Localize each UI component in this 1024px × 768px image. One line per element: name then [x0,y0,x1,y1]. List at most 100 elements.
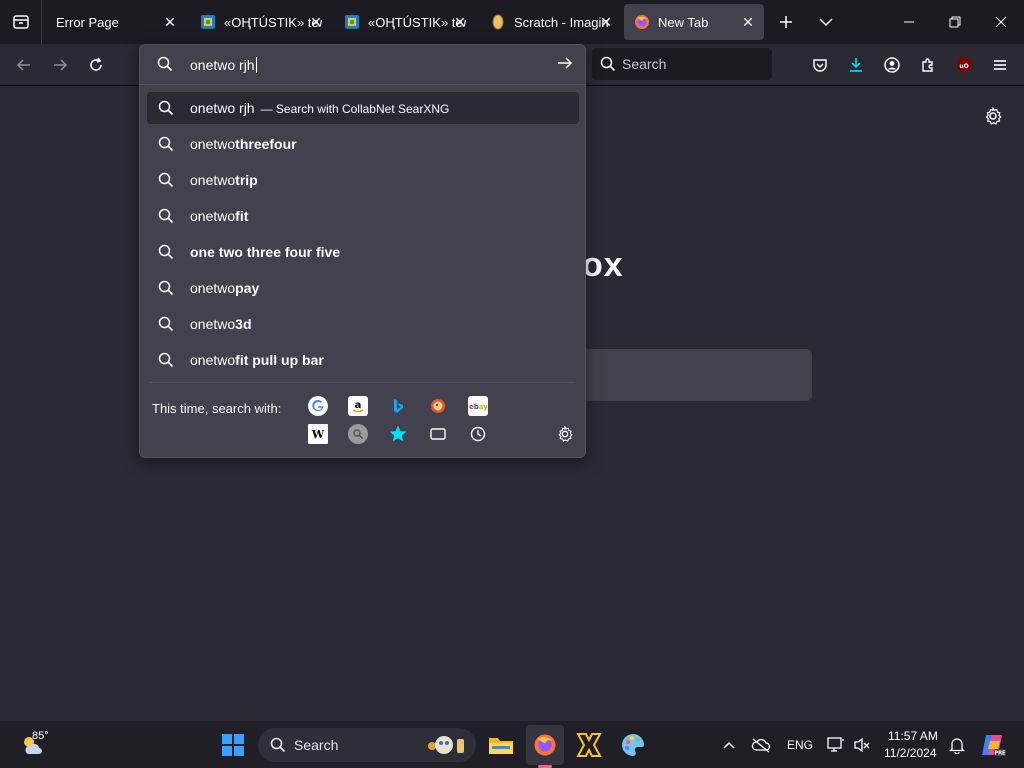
result-text: onetwo [190,316,236,332]
language-indicator[interactable]: ENG [787,738,813,752]
app-taskbar-button[interactable] [570,725,608,765]
result-row[interactable]: onetwothreefour [147,128,579,160]
tab-bar: Error Page ✕ «ОҢТÚSTIK» teл ✕ «ОҢТÚSTIK»… [0,0,1024,44]
app-menu-button[interactable] [984,49,1016,81]
tab-error-page[interactable]: Error Page ✕ [44,4,186,40]
tab-new-tab[interactable]: New Tab ✕ [624,4,764,40]
back-button[interactable] [8,49,40,81]
pocket-button[interactable] [804,49,836,81]
result-row[interactable]: onetwo3d [147,308,579,340]
tab-title: Error Page [56,14,119,30]
search-icon [158,100,174,119]
tab-ontustik-1[interactable]: «ОҢТÚSTIK» teл ✕ [190,4,332,40]
hamburger-menu-icon [994,60,1006,70]
chevron-down-icon [819,18,833,27]
tab-ontustik-2[interactable]: «ОҢТÚSTIK» teл ✕ [334,4,476,40]
tabs-icon[interactable] [428,424,448,444]
result-text: onetwo [190,172,236,188]
tab-scratch[interactable]: Scratch - Imagin ✕ [480,4,622,40]
oneoff-label: This time, search with: [152,401,282,416]
result-row[interactable]: onetwo rjh — Search with CollabNet SearXN… [147,92,579,124]
page-settings-button[interactable] [982,105,1004,127]
urlbar-input-row[interactable]: onetwo rjh [140,45,585,85]
result-text-bold: one two three four five [190,244,341,260]
page-search-box[interactable] [560,349,812,401]
toolbar-search-box[interactable]: Search [592,48,772,80]
close-icon[interactable]: ✕ [740,14,756,30]
bookmarks-icon[interactable] [388,424,408,444]
firefox-view-button[interactable] [0,0,42,44]
firefox-taskbar-button[interactable] [526,725,564,765]
bing-icon[interactable] [388,396,408,416]
firefox-icon [534,734,556,756]
urlbar-input[interactable]: onetwo rjh [190,57,257,73]
svg-text:a: a [355,400,362,411]
history-icon[interactable] [468,424,488,444]
close-icon[interactable]: ✕ [598,14,614,30]
result-action: — Search with CollabNet SearXNG [260,102,450,116]
firefox-wordmark: ox [582,246,624,284]
forward-button[interactable] [44,49,76,81]
duckduckgo-icon[interactable] [428,396,448,416]
minimize-button[interactable] [892,6,926,38]
windows-taskbar: 85° Search ENG 11:57 AM 11/2/2024 PRE [0,720,1024,768]
search-settings-button[interactable] [555,424,575,444]
new-tab-button[interactable] [770,6,802,38]
result-row[interactable]: onetwofit pull up bar [147,344,579,376]
reload-button[interactable] [80,49,112,81]
ebay-icon[interactable]: ebay [468,396,488,416]
taskbar-search[interactable]: Search [258,728,476,762]
close-icon[interactable]: ✕ [308,14,324,30]
ublock-button[interactable]: uO [948,49,980,81]
downloads-button[interactable] [840,49,872,81]
close-icon [995,16,1007,28]
notifications-button[interactable] [946,725,968,765]
reload-icon [90,57,102,71]
result-row[interactable]: onetwotrip [147,164,579,196]
search-placeholder: Search [622,56,667,72]
divider [150,382,575,383]
start-button[interactable] [216,725,250,765]
arrow-right-icon [558,57,573,69]
result-text: onetwo [190,352,236,368]
result-text: onetwo [190,280,236,296]
restore-button[interactable] [938,6,972,38]
search-icon [158,316,174,335]
google-icon[interactable] [308,396,328,416]
copilot-button[interactable]: PRE [976,725,1010,765]
close-icon[interactable]: ✕ [452,14,468,30]
show-hidden-icons-button[interactable] [716,725,742,765]
search-icon [157,56,173,77]
yellow-app-icon [576,733,602,757]
result-text-bold: 3d [235,316,252,332]
account-button[interactable] [876,49,908,81]
result-row[interactable]: onetwofit [147,200,579,232]
urlbar-dropdown: onetwo rjh onetwo rjh — Search with Colla… [139,44,586,458]
paint-palette-icon [622,734,644,756]
result-text-bold: pay [235,280,260,296]
display-button[interactable] [824,725,848,765]
wikipedia-icon[interactable]: W [308,424,328,444]
list-all-tabs-button[interactable] [810,6,842,38]
close-window-button[interactable] [984,6,1018,38]
site-icon [344,14,360,30]
result-text-bold: threefour [235,136,297,152]
paint-taskbar-button[interactable] [614,725,652,765]
searx-icon[interactable] [348,424,368,444]
close-icon[interactable]: ✕ [162,14,178,30]
volume-button[interactable] [850,725,874,765]
file-explorer-button[interactable] [482,725,520,765]
clock-date[interactable]: 11/2/2024 [884,746,937,760]
result-row[interactable]: onetwopay [147,272,579,304]
plus-icon [780,16,792,28]
copilot-icon: PRE [982,735,1006,757]
minimize-icon [904,21,914,23]
go-button[interactable] [557,55,573,76]
search-icon [158,136,174,155]
onedrive-button[interactable] [748,725,774,765]
search-icon [600,56,616,72]
clock-time[interactable]: 11:57 AM [888,729,938,743]
result-row[interactable]: one two three four five [147,236,579,268]
amazon-icon[interactable]: a [348,396,368,416]
extensions-button[interactable] [912,49,944,81]
